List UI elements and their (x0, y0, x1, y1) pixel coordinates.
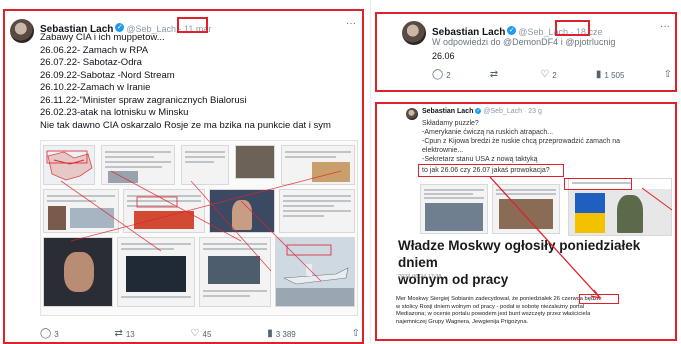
highlight-left-tweet (3, 9, 364, 344)
highlight-quoted-tweet (375, 102, 677, 341)
left-tweet[interactable]: Sebastian Lach ✓ @Seb_Lach · 11 mar ··· Za… (0, 0, 368, 344)
highlight-date (177, 17, 208, 33)
quoted-tweet-screenshot[interactable]: Sebastian Lach ✓ @Seb_Lach · 23 g Składamy… (372, 100, 681, 343)
highlight-date (555, 20, 590, 36)
highlight-right-tweet (375, 12, 677, 92)
divider (370, 0, 371, 343)
right-tweet[interactable]: Sebastian Lach ✓ @Seb_Lach · 18 cze ··· W … (372, 0, 681, 96)
